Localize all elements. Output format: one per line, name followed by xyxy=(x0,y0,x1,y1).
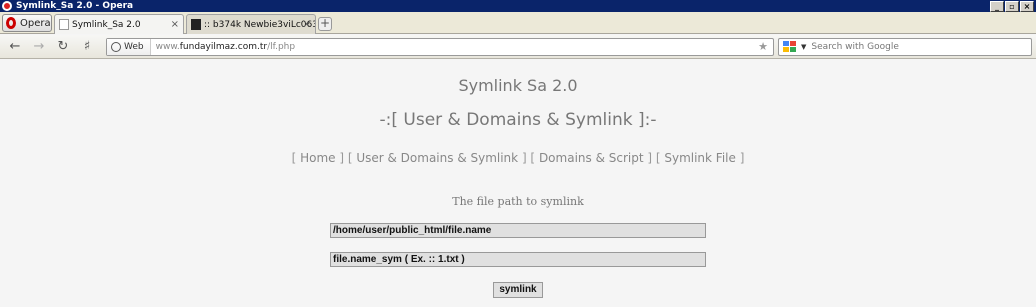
symlink-button[interactable]: symlink xyxy=(493,282,543,298)
page-nav: [ Home ] [ User & Domains & Symlink ] [ … xyxy=(291,151,745,165)
opera-menu-label: Opera xyxy=(20,17,51,29)
page-favicon-icon xyxy=(59,19,69,30)
address-bar[interactable]: Web www.fundayilmaz.com.tr/lf.php ★ xyxy=(106,38,774,56)
key-icon[interactable]: ♯ xyxy=(78,38,96,56)
url-prefix: www. xyxy=(155,42,180,52)
bookmark-star-icon[interactable]: ★ xyxy=(758,40,768,53)
url-path: /lf.php xyxy=(267,42,296,52)
nav-link-domains-script[interactable]: Domains & Script xyxy=(539,151,644,165)
symlink-name-input[interactable]: file.name_sym ( Ex. :: 1.txt ) xyxy=(330,252,706,267)
new-tab-button[interactable]: + xyxy=(318,17,332,31)
reload-button[interactable]: ↻ xyxy=(54,38,72,56)
globe-icon xyxy=(111,42,121,52)
opera-logo-icon xyxy=(2,1,12,11)
web-badge[interactable]: Web xyxy=(107,39,151,55)
back-button[interactable]: ← xyxy=(6,38,24,56)
file-path-input[interactable]: /home/user/public_html/file.name xyxy=(330,223,706,238)
tab-b374k[interactable]: :: b374k Newbie3viLc063... × xyxy=(186,14,316,34)
page-content: Symlink Sa 2.0 -:[ User & Domains & Syml… xyxy=(0,60,1036,307)
chevron-down-icon[interactable]: ▼ xyxy=(801,43,806,51)
url-host: fundayilmaz.com.tr xyxy=(179,42,268,52)
minimize-button[interactable]: _ xyxy=(990,1,1004,12)
window-titlebar: Symlink_Sa 2.0 - Opera _ ▫ × xyxy=(0,0,1036,12)
page-title: Symlink Sa 2.0 xyxy=(458,76,578,95)
page-subtitle: -:[ User & Domains & Symlink ]:- xyxy=(379,110,657,130)
window-title: Symlink_Sa 2.0 - Opera xyxy=(16,1,134,11)
url-text: www.fundayilmaz.com.tr/lf.php xyxy=(156,42,295,52)
window-controls: _ ▫ × xyxy=(990,1,1034,12)
google-icon[interactable] xyxy=(783,41,797,53)
tab-bar: Opera Symlink_Sa 2.0 × :: b374k Newbie3v… xyxy=(0,12,1036,34)
tab-symlink[interactable]: Symlink_Sa 2.0 × xyxy=(54,14,184,34)
opera-menu-button[interactable]: Opera xyxy=(2,14,52,32)
tab-label: :: b374k Newbie3viLc063... xyxy=(204,19,316,30)
nav-link-symlink-file[interactable]: Symlink File xyxy=(664,151,736,165)
tab-label: Symlink_Sa 2.0 xyxy=(72,19,141,30)
nav-link-user-domains-symlink[interactable]: User & Domains & Symlink xyxy=(356,151,518,165)
close-tab-icon[interactable]: × xyxy=(303,19,311,30)
nav-link-home[interactable]: Home xyxy=(300,151,335,165)
form-label: The file path to symlink xyxy=(452,195,584,208)
forward-button[interactable]: → xyxy=(30,38,48,56)
search-field[interactable]: ▼ Search with Google xyxy=(778,38,1032,56)
search-placeholder: Search with Google xyxy=(811,42,899,52)
opera-logo-icon xyxy=(6,17,16,29)
restore-button[interactable]: ▫ xyxy=(1005,1,1019,12)
close-tab-icon[interactable]: × xyxy=(171,19,179,30)
close-window-button[interactable]: × xyxy=(1020,1,1034,12)
web-badge-label: Web xyxy=(124,42,144,52)
navigation-bar: ← → ↻ ♯ Web www.fundayilmaz.com.tr/lf.ph… xyxy=(0,35,1036,59)
page-favicon-icon xyxy=(191,19,201,30)
